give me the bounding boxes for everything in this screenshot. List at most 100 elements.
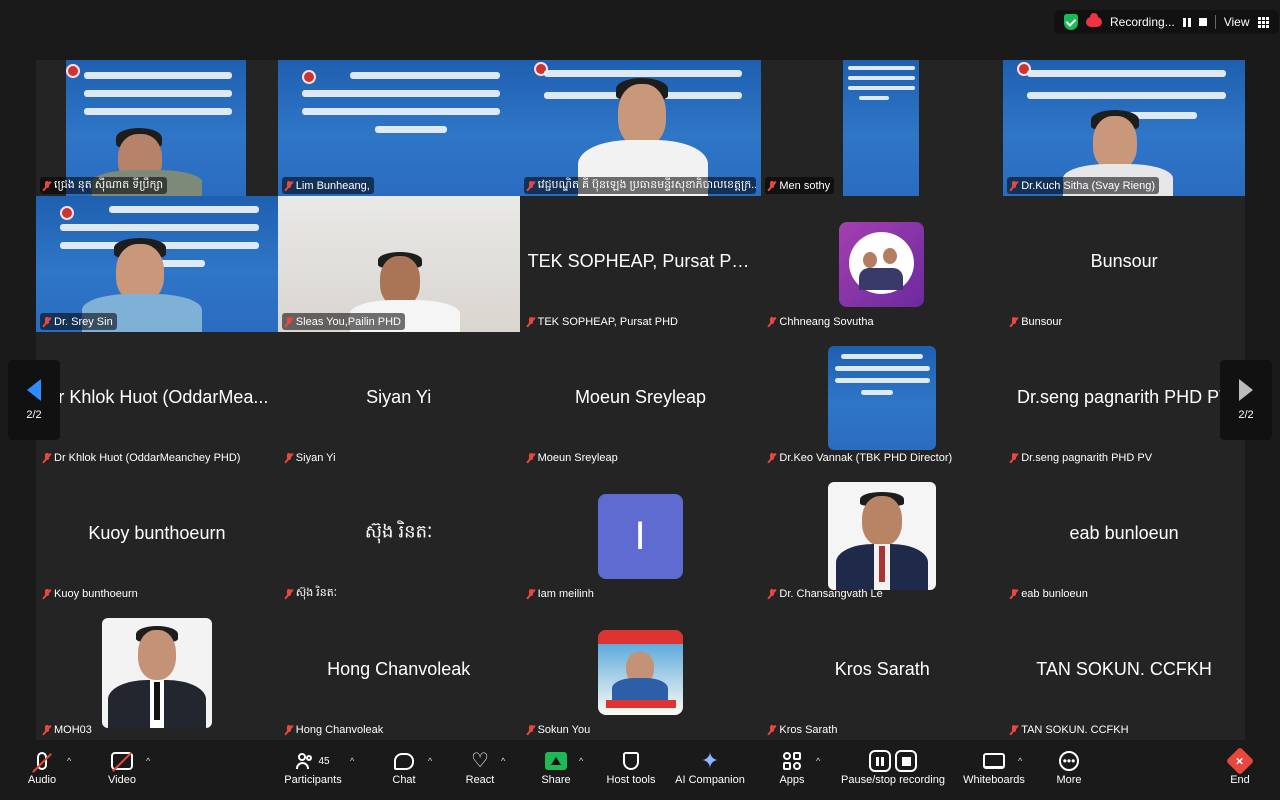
participant-tile[interactable]: Lim Bunheang, bbox=[277, 60, 520, 196]
pause-recording-icon[interactable] bbox=[1182, 17, 1191, 27]
participant-tile[interactable]: Kuoy bunthoeurn Kuoy bunthoeurn bbox=[36, 468, 278, 604]
participant-tile[interactable]: I Iam meilinh bbox=[519, 468, 762, 604]
participant-tile[interactable]: TAN SOKUN. CCFKH TAN SOKUN. CCFKH bbox=[1003, 604, 1245, 740]
participant-name-label: ជ្រេង នុត សុីណាត ទីប្រឹក្សា bbox=[40, 177, 168, 194]
mic-muted-icon bbox=[43, 180, 51, 191]
participant-display-name: Hong Chanvoleak bbox=[327, 658, 471, 679]
participant-name-label: Sleas You,Pailin PHD bbox=[281, 313, 405, 330]
page-indicator: 2/2 bbox=[1238, 409, 1254, 421]
previous-page-button[interactable]: 2/2 bbox=[8, 360, 60, 440]
participant-name-label: TAN SOKUN. CCFKH bbox=[1007, 721, 1132, 738]
participant-tile[interactable]: Dr.Kuch Sitha (Svay Rieng) bbox=[1003, 60, 1245, 196]
react-button[interactable]: ♡ React bbox=[462, 748, 498, 796]
participant-name-label: MOH03 bbox=[40, 721, 96, 738]
participant-name-label: Chhneang Sovutha bbox=[765, 313, 877, 330]
participant-tile[interactable]: ជ្រេង នុត សុីណាត ទីប្រឹក្សា bbox=[36, 60, 278, 196]
participant-avatar-letter: I bbox=[597, 494, 683, 579]
mic-muted-icon bbox=[1010, 452, 1018, 463]
participant-tile[interactable]: eab bunloeun eab bunloeun bbox=[1003, 468, 1245, 604]
participant-name-label: Kros Sarath bbox=[765, 721, 841, 738]
chat-options-caret[interactable]: ^ bbox=[428, 756, 432, 766]
gallery-grid-icon[interactable] bbox=[1257, 16, 1269, 28]
participant-display-name: Moeun Sreyleap bbox=[574, 386, 707, 407]
participant-tile[interactable]: Siyan Yi Siyan Yi bbox=[277, 332, 520, 468]
whiteboards-options-caret[interactable]: ^ bbox=[1018, 756, 1022, 766]
apps-options-caret[interactable]: ^ bbox=[816, 756, 820, 766]
participant-name-label: Men sothy bbox=[765, 177, 835, 194]
stop-recording-icon[interactable] bbox=[1198, 18, 1207, 26]
participant-name-label: Dr.Kuch Sitha (Svay Rieng) bbox=[1007, 177, 1160, 194]
participants-button[interactable]: 45 Participants bbox=[280, 748, 346, 796]
apps-button[interactable]: Apps bbox=[774, 748, 810, 796]
participant-name-label: Dr.seng pagnarith PHD PV bbox=[1007, 449, 1156, 466]
recording-label: Recording... bbox=[1110, 15, 1175, 29]
audio-options-caret[interactable]: ^ bbox=[67, 756, 71, 766]
video-off-icon bbox=[111, 752, 133, 772]
chat-button[interactable]: Chat bbox=[386, 748, 422, 796]
end-meeting-button[interactable]: × End bbox=[1222, 746, 1258, 796]
participant-avatar bbox=[102, 618, 212, 728]
participant-display-name: eab bunloeun bbox=[1069, 522, 1179, 543]
participant-name-label: វេជ្ជបណ្ឌិត គី ប៊ុនឡេង ប្រធានមន្ទីរសុខាភ… bbox=[523, 177, 756, 194]
participant-tile[interactable]: Dr. Chansangvath Le bbox=[761, 468, 1004, 604]
mic-muted-icon bbox=[527, 316, 535, 327]
share-screen-icon bbox=[545, 752, 567, 770]
encryption-shield-icon[interactable] bbox=[1064, 14, 1078, 30]
mic-muted-icon bbox=[527, 180, 535, 191]
host-tools-button[interactable]: Host tools bbox=[602, 748, 660, 796]
participant-name-label: Bunsour bbox=[1007, 313, 1066, 330]
participant-display-name: TAN SOKUN. CCFKH bbox=[1036, 658, 1212, 679]
participant-tile[interactable]: Hong Chanvoleak Hong Chanvoleak bbox=[277, 604, 520, 740]
mic-muted-icon bbox=[768, 724, 776, 735]
more-button[interactable]: ••• More bbox=[1050, 748, 1088, 796]
audio-button[interactable]: Audio bbox=[22, 748, 62, 796]
mic-muted-icon bbox=[527, 588, 535, 599]
video-button[interactable]: Video bbox=[100, 748, 144, 796]
participant-tile[interactable]: Sleas You,Pailin PHD bbox=[277, 196, 520, 332]
participant-tile[interactable]: វេជ្ជបណ្ឌិត គី ប៊ុនឡេង ប្រធានមន្ទីរសុខាភ… bbox=[519, 60, 762, 196]
mic-muted-icon bbox=[768, 452, 776, 463]
participant-name-label: Hong Chanvoleak bbox=[282, 721, 387, 738]
participant-tile[interactable]: Kros Sarath Kros Sarath bbox=[761, 604, 1004, 740]
pause-icon bbox=[869, 750, 891, 772]
whiteboard-icon bbox=[983, 753, 1005, 769]
sparkle-icon: ✦ bbox=[700, 748, 720, 773]
mic-muted-icon bbox=[1010, 588, 1018, 599]
participant-tile[interactable]: Dr. Srey Sin bbox=[36, 196, 278, 332]
video-options-caret[interactable]: ^ bbox=[146, 756, 150, 766]
participant-avatar bbox=[828, 482, 937, 590]
participant-tile[interactable]: Sokun You bbox=[519, 604, 762, 740]
mic-muted-icon bbox=[1010, 316, 1018, 327]
participant-video bbox=[761, 60, 1003, 196]
page-indicator: 2/2 bbox=[26, 409, 42, 421]
participant-tile[interactable]: Dr.seng pagnarith PHD PV Dr.seng pagnari… bbox=[1003, 332, 1245, 468]
participant-display-name: Kuoy bunthoeurn bbox=[88, 522, 226, 543]
participant-tile[interactable]: Moeun Sreyleap Moeun Sreyleap bbox=[519, 332, 762, 468]
participants-icon bbox=[296, 753, 314, 769]
mic-muted-icon bbox=[43, 316, 51, 327]
next-page-button[interactable]: 2/2 bbox=[1220, 360, 1272, 440]
participant-name-label: Siyan Yi bbox=[282, 449, 340, 466]
react-options-caret[interactable]: ^ bbox=[501, 756, 505, 766]
ai-companion-button[interactable]: ✦ AI Companion bbox=[672, 748, 748, 796]
divider bbox=[1214, 15, 1216, 29]
participant-display-name: Siyan Yi bbox=[366, 386, 432, 407]
share-options-caret[interactable]: ^ bbox=[579, 756, 583, 766]
participant-tile[interactable]: Dr.Keo Vannak (TBK PHD Director) bbox=[761, 332, 1004, 468]
participant-tile[interactable]: TEK SOPHEAP, Pursat PHD TEK SOPHEAP, Pur… bbox=[519, 196, 762, 332]
mic-muted-icon bbox=[527, 452, 535, 463]
participant-tile[interactable]: Bunsour Bunsour bbox=[1003, 196, 1245, 332]
mic-muted-icon bbox=[768, 316, 776, 327]
share-button[interactable]: Share bbox=[538, 748, 574, 796]
participant-tile[interactable]: Men sothy bbox=[761, 60, 1004, 196]
participant-tile[interactable]: ស៊ុង រិនតៈ ស៊ុង រិនតៈ bbox=[277, 468, 520, 604]
mic-muted-icon bbox=[285, 452, 293, 463]
participant-tile[interactable]: Chhneang Sovutha bbox=[761, 196, 1004, 332]
participant-tile[interactable]: MOH03 bbox=[36, 604, 278, 740]
pause-stop-recording-button[interactable]: Pause/stop recording bbox=[838, 748, 948, 796]
participants-options-caret[interactable]: ^ bbox=[350, 756, 354, 766]
participant-tile[interactable]: Dr Khlok Huot (OddarMea... Dr Khlok Huot… bbox=[36, 332, 278, 468]
view-button[interactable]: View bbox=[1224, 15, 1250, 29]
recording-indicator[interactable]: Recording... View bbox=[1054, 10, 1279, 34]
more-dots-icon: ••• bbox=[1059, 751, 1079, 771]
